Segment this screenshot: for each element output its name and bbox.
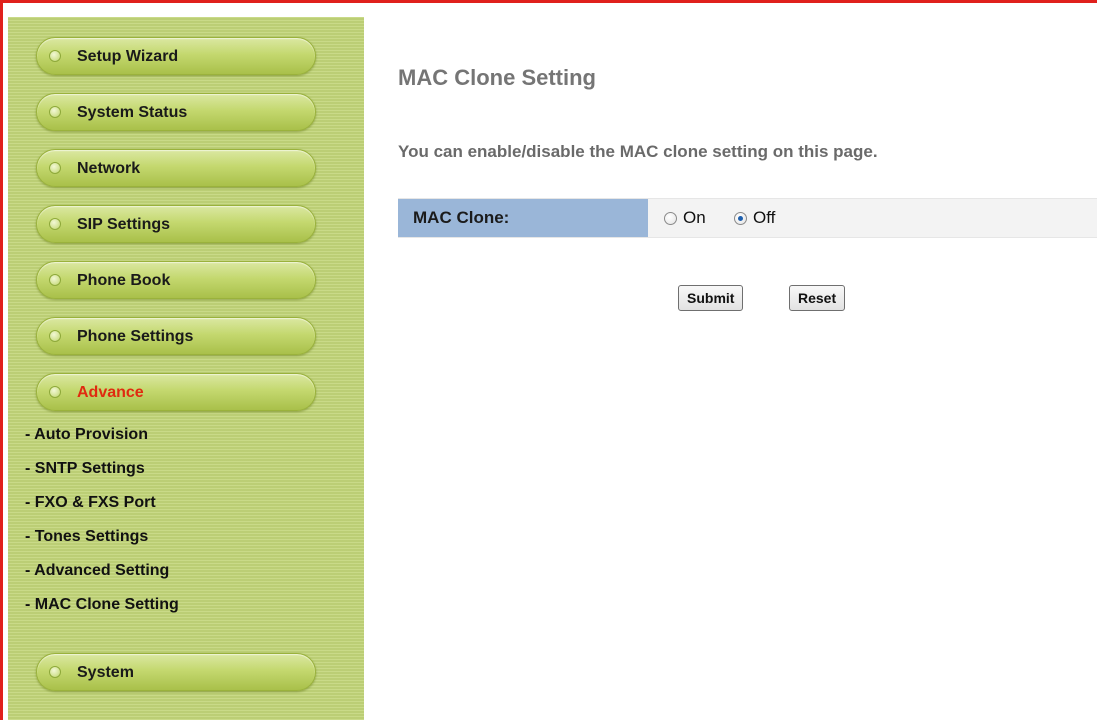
submenu-tones-settings[interactable]: - Tones Settings [25,528,148,546]
bullet-icon [49,50,61,62]
menu-phone-book[interactable]: Phone Book [36,261,316,299]
submenu-auto-provision[interactable]: - Auto Provision [25,426,148,444]
mac-clone-on-radio[interactable]: On [664,208,706,228]
page-description: You can enable/disable the MAC clone set… [398,142,878,161]
bullet-icon [49,106,61,118]
menu-network[interactable]: Network [36,149,316,187]
bullet-icon [49,386,61,398]
menu-label: Network [77,160,141,177]
menu-system-status[interactable]: System Status [36,93,316,131]
sidebar: Setup Wizard System Status Network SIP S… [8,17,364,720]
menu-label: Setup Wizard [77,48,179,65]
radio-checked-icon[interactable] [734,211,747,225]
menu-label: System Status [77,104,188,121]
menu-label: System [77,664,134,681]
main-content: MAC Clone Setting You can enable/disable… [364,17,1097,720]
submenu-fxo-fxs-port[interactable]: - FXO & FXS Port [25,494,156,512]
menu-setup-wizard[interactable]: Setup Wizard [36,37,316,75]
menu-phone-settings[interactable]: Phone Settings [36,317,316,355]
bullet-icon [49,162,61,174]
page-title: MAC Clone Setting [398,65,596,90]
mac-clone-off-radio[interactable]: Off [734,208,775,228]
submit-button[interactable]: Submit [678,285,744,311]
submenu-advanced-setting[interactable]: - Advanced Setting [25,562,169,580]
menu-label: Phone Book [77,272,171,289]
radio-unchecked-icon[interactable] [664,211,677,225]
menu-system[interactable]: System [36,653,316,691]
bullet-icon [49,666,61,678]
bullet-icon [49,274,61,286]
submenu-sntp-settings[interactable]: - SNTP Settings [25,460,145,478]
menu-label: Advance [77,384,144,401]
menu-label: Phone Settings [77,328,194,345]
mac-clone-label: MAC Clone: [413,208,510,227]
radio-label-on: On [683,208,706,227]
bullet-icon [49,218,61,230]
mac-clone-label-cell: MAC Clone: [398,199,648,237]
reset-button[interactable]: Reset [789,285,846,311]
menu-advance[interactable]: Advance [36,373,316,411]
bullet-icon [49,330,61,342]
menu-sip-settings[interactable]: SIP Settings [36,205,316,243]
mac-clone-row: MAC Clone: On Off [398,198,1097,238]
radio-label-off: Off [753,208,776,227]
menu-label: SIP Settings [77,216,171,233]
submenu-mac-clone-setting[interactable]: - MAC Clone Setting [25,596,179,614]
